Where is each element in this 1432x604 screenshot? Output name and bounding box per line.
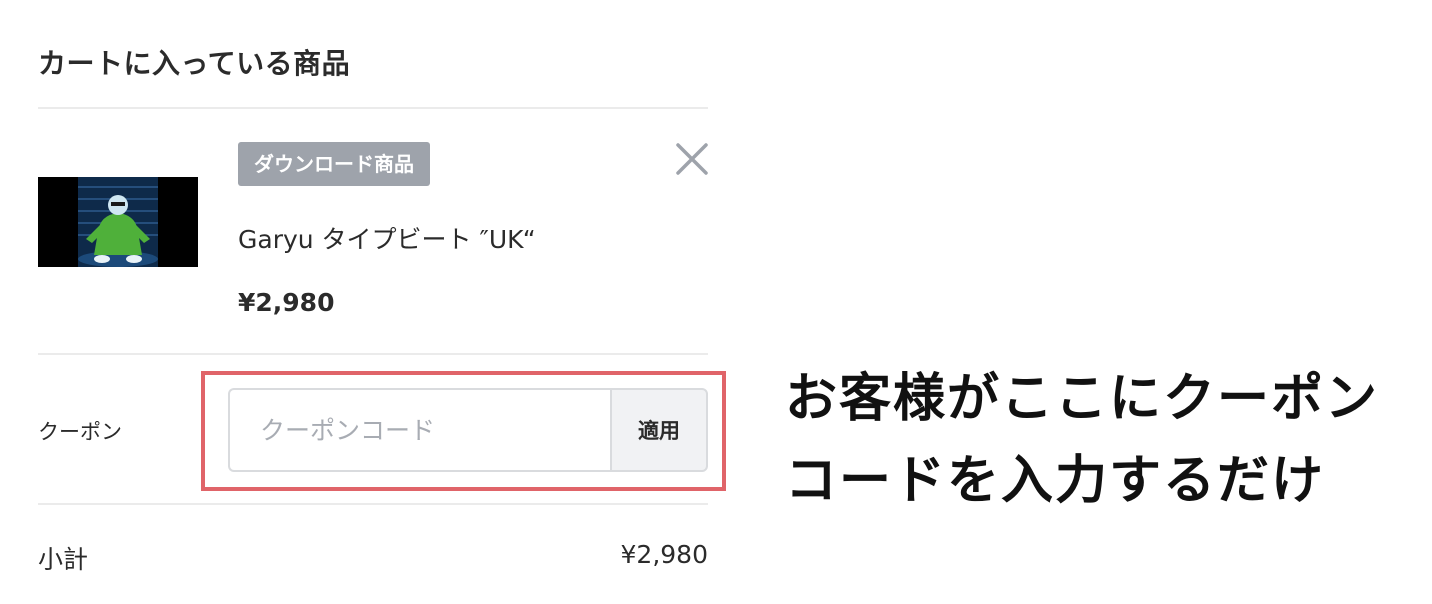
subtotal-label: 小計 <box>38 545 89 574</box>
coupon-code-input[interactable] <box>228 388 612 472</box>
divider <box>38 353 708 355</box>
remove-item-button[interactable] <box>673 140 711 178</box>
divider <box>38 107 708 109</box>
download-badge: ダウンロード商品 <box>238 142 430 186</box>
product-name: Garyu タイプビート ″UK“ <box>238 225 536 254</box>
apply-coupon-button[interactable]: 適用 <box>610 388 708 472</box>
product-price: ¥2,980 <box>238 288 335 317</box>
product-thumbnail <box>38 177 198 267</box>
annotation-line-2: コードを入力するだけ <box>785 451 1326 511</box>
divider <box>38 503 708 505</box>
annotation-line-1: お客様がここにクーポン <box>785 369 1380 429</box>
annotation-caption: お客様がここにクーポン コードを入力するだけ <box>785 358 1425 522</box>
cart-page: カートに入っている商品 ダウンロード商品 Garyu タイプビート ″UK“ ¥… <box>0 0 1432 604</box>
subtotal-value: ¥2,980 <box>620 540 708 569</box>
coupon-label: クーポン <box>38 420 122 444</box>
cart-title: カートに入っている商品 <box>38 47 351 80</box>
close-icon <box>676 143 708 175</box>
